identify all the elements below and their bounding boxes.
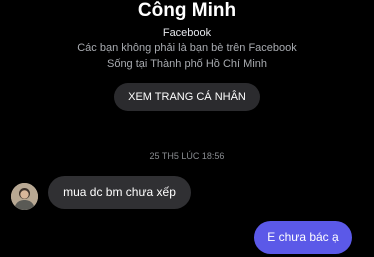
sender-avatar[interactable] <box>11 183 38 210</box>
profile-source: Facebook <box>162 27 212 39</box>
view-profile-button[interactable]: XEM TRANG CÁ NHÂN <box>114 83 260 111</box>
location-text: Sống tại Thành phố Hồ Chí Minh <box>106 58 267 70</box>
message-timestamp: 25 TH5 LÚC 18:56 <box>149 151 225 161</box>
received-message-bubble[interactable]: mua dc bm chưa xếp <box>48 176 191 209</box>
user-avatar-icon <box>11 183 38 210</box>
profile-name: Công Minh <box>137 0 237 21</box>
friend-status-text: Các bạn không phải là bạn bè trên Facebo… <box>77 42 297 54</box>
sent-message-bubble[interactable]: E chưa bác ạ <box>254 221 352 254</box>
